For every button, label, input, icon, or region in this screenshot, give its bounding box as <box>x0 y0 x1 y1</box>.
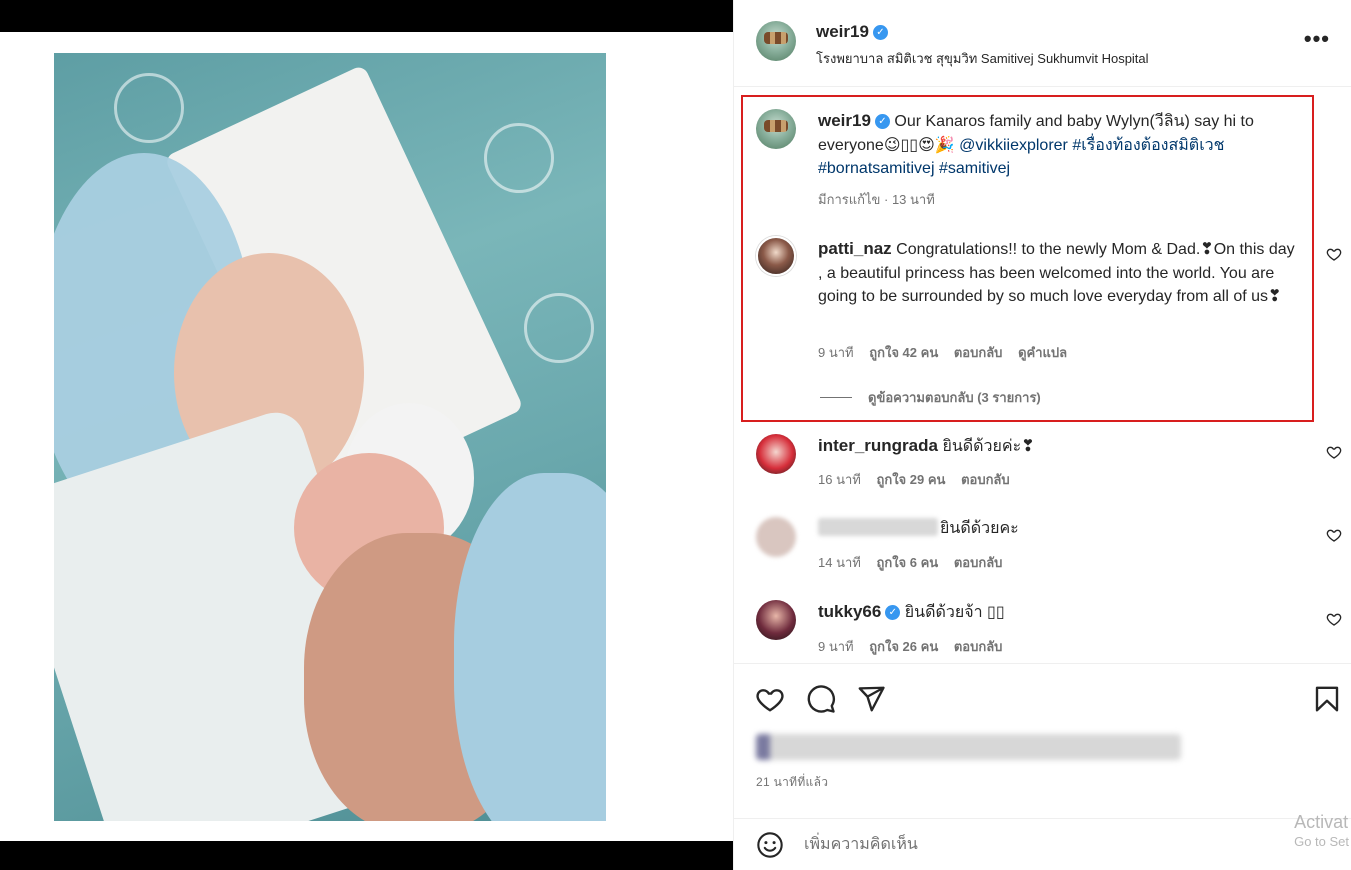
comment-username[interactable]: inter_rungrada <box>818 436 938 455</box>
media-pane <box>0 0 733 870</box>
view-replies-button[interactable]: ดูข้อความตอบกลับ (3 รายการ) <box>820 387 1041 408</box>
replies-divider <box>820 397 852 398</box>
comment-body: ยินดีด้วยคะ <box>940 520 1019 537</box>
comment-likes[interactable]: ถูกใจ 42 คน <box>869 345 938 360</box>
comment-avatar[interactable] <box>756 236 796 276</box>
reply-button[interactable]: ตอบกลับ <box>954 345 1003 360</box>
comment-avatar[interactable] <box>756 434 796 474</box>
watermark-line2: Go to Set <box>1294 834 1349 849</box>
comment-time: 9 นาที <box>818 345 854 360</box>
caption-avatar[interactable] <box>756 109 796 149</box>
comment-heart-icon[interactable] <box>1326 611 1342 627</box>
post-actions: 21 นาทีที่แล้ว <box>734 663 1351 803</box>
author-username[interactable]: weir19 ✓ <box>816 22 888 42</box>
more-icon[interactable]: ••• <box>1304 28 1330 50</box>
comment-time: 16 นาที <box>818 472 861 487</box>
likes-summary-redacted <box>756 734 1181 760</box>
comments-list[interactable]: weir19 ✓ Our Kanaros family and baby Wyly… <box>734 88 1351 663</box>
bookmark-icon[interactable] <box>1312 684 1342 714</box>
reply-button[interactable]: ตอบกลับ <box>954 555 1003 570</box>
comment-avatar[interactable] <box>756 517 796 557</box>
comment-username[interactable]: patti_naz <box>818 239 892 258</box>
letterbox-bottom <box>0 841 733 870</box>
translate-button[interactable]: ดูคำแปล <box>1018 345 1067 360</box>
comment-heart-icon[interactable] <box>1326 444 1342 460</box>
caption-mention[interactable]: @vikkiiexplorer <box>959 137 1068 154</box>
photo-pattern-mark <box>524 293 594 363</box>
comment-meta: 9 นาที ถูกใจ 26 คน ตอบกลับ <box>818 636 1014 657</box>
comment-text: ยินดีด้วยคะ <box>818 517 1302 541</box>
comment-heart-icon[interactable] <box>1326 246 1342 262</box>
comment-icon[interactable] <box>806 684 836 714</box>
view-replies-label: ดูข้อความตอบกลับ (3 รายการ) <box>868 390 1041 405</box>
reply-button[interactable]: ตอบกลับ <box>961 472 1010 487</box>
author-avatar[interactable] <box>756 21 796 61</box>
photo-pattern-mark <box>484 123 554 193</box>
post-side-panel: weir19 ✓ โรงพยาบาล สมิติเวช สุขุมวิท Sami… <box>733 0 1351 870</box>
comment-username[interactable]: tukky66 <box>818 602 881 621</box>
comment-time: 9 นาที <box>818 639 854 654</box>
post-photo[interactable] <box>54 53 606 821</box>
comment-text: patti_naz Congratulations!! to the newly… <box>818 237 1302 309</box>
verified-badge-icon: ✓ <box>872 25 888 40</box>
verified-badge-icon: ✓ <box>885 605 901 620</box>
comment-meta: 9 นาที ถูกใจ 42 คน ตอบกลับ ดูคำแปล <box>818 342 1079 363</box>
reply-button[interactable]: ตอบกลับ <box>954 639 1003 654</box>
letterbox-top <box>0 0 733 32</box>
comment-text: inter_rungrada ยินดีด้วยค่ะ❣ <box>818 434 1302 459</box>
caption-meta: มีการแก้ไข · 13 นาที <box>818 192 935 207</box>
heart-icon[interactable] <box>755 684 785 714</box>
comment-input[interactable] <box>804 832 1224 858</box>
comment-likes[interactable]: ถูกใจ 29 คน <box>876 472 945 487</box>
comment-text: tukky66 ✓ ยินดีด้วยจ้า ▯▯ <box>818 600 1302 625</box>
comment-heart-icon[interactable] <box>1326 527 1342 543</box>
redacted-username <box>818 518 938 536</box>
comment-meta: 14 นาที ถูกใจ 6 คน ตอบกลับ <box>818 552 1014 573</box>
photo-pattern-mark <box>114 73 184 143</box>
comment-likes[interactable]: ถูกใจ 6 คน <box>876 555 938 570</box>
watermark-line1: Activat <box>1294 812 1349 832</box>
comment-meta: 16 นาที ถูกใจ 29 คน ตอบกลับ <box>818 469 1022 490</box>
emoji-icon[interactable] <box>756 831 784 859</box>
comment-likes[interactable]: ถูกใจ 26 คน <box>869 639 938 654</box>
post-header: weir19 ✓ โรงพยาบาล สมิติเวช สุขุมวิท Sami… <box>734 0 1351 87</box>
share-icon[interactable] <box>856 684 886 714</box>
comment-avatar[interactable] <box>756 600 796 640</box>
caption-username[interactable]: weir19 <box>818 111 871 130</box>
windows-activation-watermark: Activat Go to Set <box>1294 812 1349 852</box>
add-comment-bar <box>734 818 1351 870</box>
post-time: 21 นาทีที่แล้ว <box>756 775 829 789</box>
comment-body: ยินดีด้วยค่ะ❣ <box>942 438 1035 455</box>
photo-father-cap <box>454 473 606 821</box>
comment-body: ยินดีด้วยจ้า ▯▯ <box>904 604 1005 621</box>
verified-badge-icon: ✓ <box>874 114 890 129</box>
comment-time: 14 นาที <box>818 555 861 570</box>
post-location[interactable]: โรงพยาบาล สมิติเวช สุขุมวิท Samitivej Su… <box>816 48 1149 69</box>
caption-text: weir19 ✓ Our Kanaros family and baby Wyly… <box>818 109 1258 181</box>
